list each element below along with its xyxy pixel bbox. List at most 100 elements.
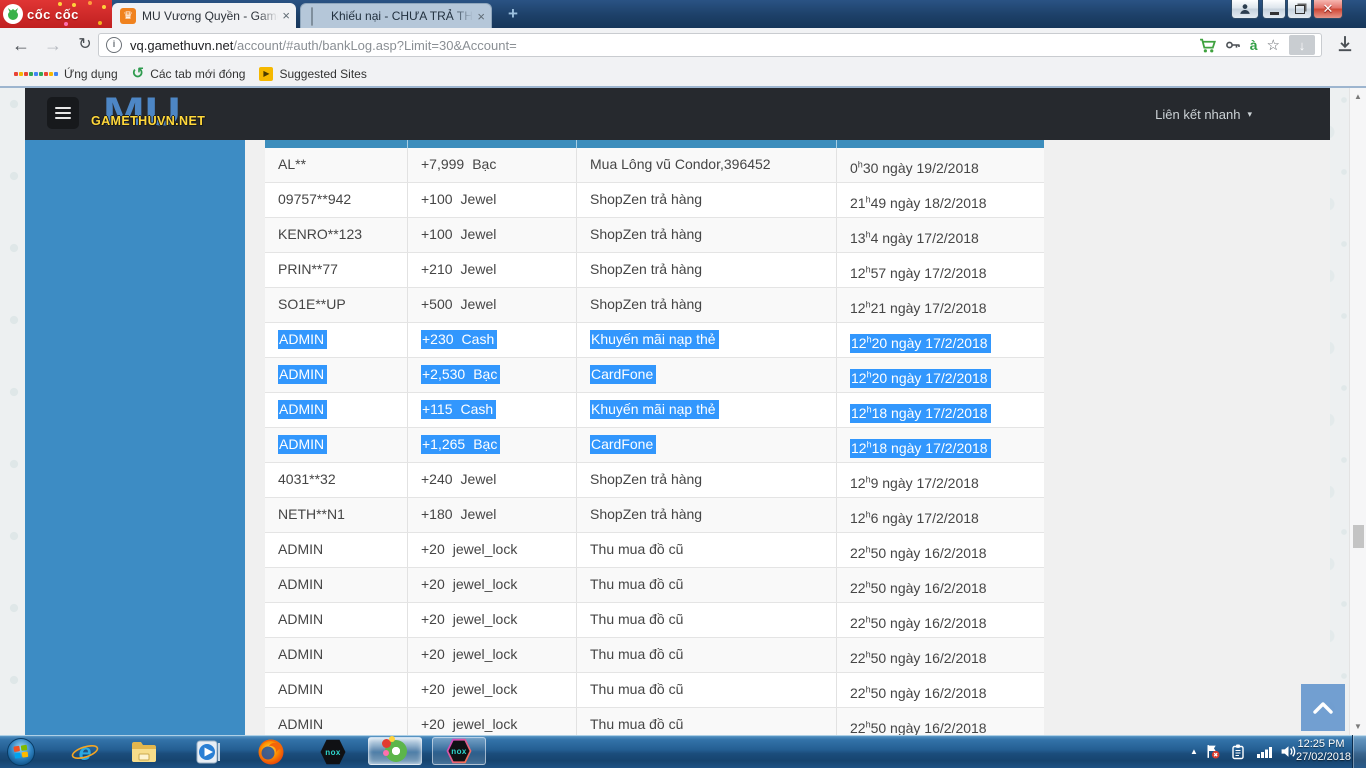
table-row[interactable]: ADMIN +20jewel_lock Thu mua đồ cũ 22h50 … <box>265 638 1044 673</box>
table-row[interactable]: PRIN**77 +210Jewel ShopZen trả hàng 12h5… <box>265 253 1044 288</box>
scroll-up-arrow[interactable]: ▲ <box>1350 88 1366 105</box>
cell-time: 12h20 ngày 17/2/2018 <box>836 358 1044 392</box>
quick-links-dropdown[interactable]: Liên kết nhanh ▾ <box>1155 88 1252 140</box>
cell-time: 12h6 ngày 17/2/2018 <box>836 498 1044 532</box>
table-row[interactable]: KENRO**123 +100Jewel ShopZen trả hàng 13… <box>265 218 1044 253</box>
scrollbar-thumb[interactable] <box>1353 525 1364 548</box>
bookmark-star-icon[interactable]: ☆ <box>1267 36 1280 54</box>
address-bar[interactable]: i vq.gamethuvn.net/account/#auth/bankLog… <box>98 33 1322 57</box>
cell-account: 4031**32 <box>265 463 407 497</box>
table-header-strip <box>265 140 1044 148</box>
cell-amount: +100Jewel <box>407 183 576 217</box>
bookmark-apps[interactable]: Ứng dụng <box>14 67 118 81</box>
table-row[interactable]: AL** +7,999Bạc Mua Lông vũ Condor,396452… <box>265 148 1044 183</box>
scroll-down-arrow[interactable]: ▼ <box>1350 718 1366 735</box>
start-button[interactable] <box>6 737 36 767</box>
cell-amount: +20jewel_lock <box>407 673 576 707</box>
vietnamese-input-icon[interactable]: à <box>1250 37 1258 53</box>
table-row[interactable]: SO1E**UP +500Jewel ShopZen trả hàng 12h2… <box>265 288 1044 323</box>
info-icon[interactable]: i <box>106 37 122 53</box>
bookmark-suggested-sites[interactable]: ▶ Suggested Sites <box>259 67 366 81</box>
reload-button[interactable]: ↻ <box>72 32 98 58</box>
coccoc-taskbar-button[interactable] <box>368 737 422 765</box>
site-logo[interactable]: MU GAMETHUVN.NET <box>91 88 221 140</box>
close-window-button[interactable]: ✕ <box>1313 0 1343 19</box>
downloads-icon[interactable] <box>1336 35 1354 58</box>
firefox-icon[interactable] <box>256 737 286 767</box>
chevron-up-icon <box>1312 701 1334 714</box>
close-icon[interactable]: × <box>477 9 485 24</box>
cell-amount: +100Jewel <box>407 218 576 252</box>
table-body: AL** +7,999Bạc Mua Lông vũ Condor,396452… <box>265 148 1044 735</box>
forward-button[interactable]: → <box>40 32 66 58</box>
cell-account: ADMIN <box>265 638 407 672</box>
table-row[interactable]: NETH**N1 +180Jewel ShopZen trả hàng 12h6… <box>265 498 1044 533</box>
windows-explorer-icon[interactable] <box>129 737 159 767</box>
table-row[interactable]: ADMIN +2,530Bạc CardFone 12h20 ngày 17/2… <box>265 358 1044 393</box>
media-player-icon[interactable] <box>194 737 224 767</box>
restore-button[interactable] <box>1287 0 1312 19</box>
cell-amount: +230Cash <box>407 323 576 357</box>
cell-account: ADMIN <box>265 323 407 357</box>
close-icon: ✕ <box>1323 1 1334 17</box>
bookmark-label: Các tab mới đóng <box>150 67 245 81</box>
key-icon[interactable] <box>1225 37 1241 53</box>
bookmark-label: Ứng dụng <box>64 67 118 81</box>
table-row[interactable]: ADMIN +230Cash Khuyến mãi nạp thẻ 12h20 … <box>265 323 1044 358</box>
cell-account: ADMIN <box>265 603 407 637</box>
network-icon[interactable] <box>1252 735 1276 768</box>
table-row[interactable]: ADMIN +20jewel_lock Thu mua đồ cũ 22h50 … <box>265 708 1044 735</box>
table-row[interactable]: 4031**32 +240Jewel ShopZen trả hàng 12h9… <box>265 463 1044 498</box>
taskbar-clock[interactable]: 12:25 PM 27/02/2018 <box>1296 738 1346 764</box>
close-icon[interactable]: × <box>282 8 290 23</box>
cell-time: 22h50 ngày 16/2/2018 <box>836 673 1044 707</box>
internet-explorer-icon[interactable]: e <box>70 737 100 767</box>
cell-description: Thu mua đồ cũ <box>576 568 836 602</box>
cell-amount: +240Jewel <box>407 463 576 497</box>
desktop-screen: cốc cốc ♛ MU Vương Quyền - Game × Khiếu … <box>0 0 1366 768</box>
table-row[interactable]: ADMIN +1,265Bạc CardFone 12h18 ngày 17/2… <box>265 428 1044 463</box>
cell-description: CardFone <box>576 358 836 392</box>
person-icon <box>1238 2 1252 16</box>
table-row[interactable]: ADMIN +20jewel_lock Thu mua đồ cũ 22h50 … <box>265 603 1044 638</box>
table-row[interactable]: ADMIN +20jewel_lock Thu mua đồ cũ 22h50 … <box>265 673 1044 708</box>
nox-icon[interactable]: nox <box>318 737 348 767</box>
coccoc-icon <box>382 738 408 764</box>
clock-time: 12:25 PM <box>1296 738 1346 751</box>
profile-button[interactable] <box>1231 0 1259 19</box>
back-button[interactable]: ← <box>8 32 34 58</box>
cell-amount: +1,265Bạc <box>407 428 576 462</box>
scroll-to-top-button[interactable] <box>1301 684 1345 731</box>
nox-2-taskbar-button[interactable]: nox <box>432 737 486 765</box>
tab-khieu-nai[interactable]: Khiếu nại - CHƯA TRẢ TH × <box>300 3 492 28</box>
table-row[interactable]: ADMIN +20jewel_lock Thu mua đồ cũ 22h50 … <box>265 533 1044 568</box>
cell-amount: +20jewel_lock <box>407 568 576 602</box>
page-scrollbar[interactable]: ▲ ▼ <box>1349 88 1366 735</box>
clock-date: 27/02/2018 <box>1296 751 1346 764</box>
tab-title: MU Vương Quyền - Game <box>142 9 278 23</box>
coccoc-brand-banner: cốc cốc <box>0 0 112 28</box>
url-text[interactable]: vq.gamethuvn.net/account/#auth/bankLog.a… <box>130 38 1199 53</box>
show-desktop-button[interactable] <box>1352 735 1366 768</box>
browser-titlebar: cốc cốc ♛ MU Vương Quyền - Game × Khiếu … <box>0 0 1366 28</box>
cell-account: ADMIN <box>265 568 407 602</box>
page-icon <box>309 8 325 24</box>
nox-2-icon: nox <box>446 738 472 764</box>
quick-links-label: Liên kết nhanh <box>1155 107 1240 122</box>
clipboard-icon[interactable] <box>1226 735 1250 768</box>
cart-icon[interactable] <box>1199 37 1216 54</box>
bookmark-reopened-tabs[interactable]: ↺ Các tab mới đóng <box>132 67 246 81</box>
download-extension-button[interactable]: ↓ <box>1289 35 1315 55</box>
cell-account: ADMIN <box>265 533 407 567</box>
table-row[interactable]: 09757**942 +100Jewel ShopZen trả hàng 21… <box>265 183 1044 218</box>
table-row[interactable]: ADMIN +20jewel_lock Thu mua đồ cũ 22h50 … <box>265 568 1044 603</box>
minimize-button[interactable] <box>1262 0 1286 19</box>
web-page: MU GAMETHUVN.NET Liên kết nhanh ▾ AL** +… <box>0 88 1366 735</box>
windows-start-icon <box>6 737 36 767</box>
cell-description: CardFone <box>576 428 836 462</box>
action-center-flag-icon[interactable] <box>1200 735 1224 768</box>
new-tab-button[interactable]: + <box>500 5 526 24</box>
hamburger-menu-button[interactable] <box>47 97 79 129</box>
table-row[interactable]: ADMIN +115Cash Khuyến mãi nạp thẻ 12h18 … <box>265 393 1044 428</box>
tab-mu-vuong-quyen[interactable]: ♛ MU Vương Quyền - Game × <box>112 3 296 28</box>
